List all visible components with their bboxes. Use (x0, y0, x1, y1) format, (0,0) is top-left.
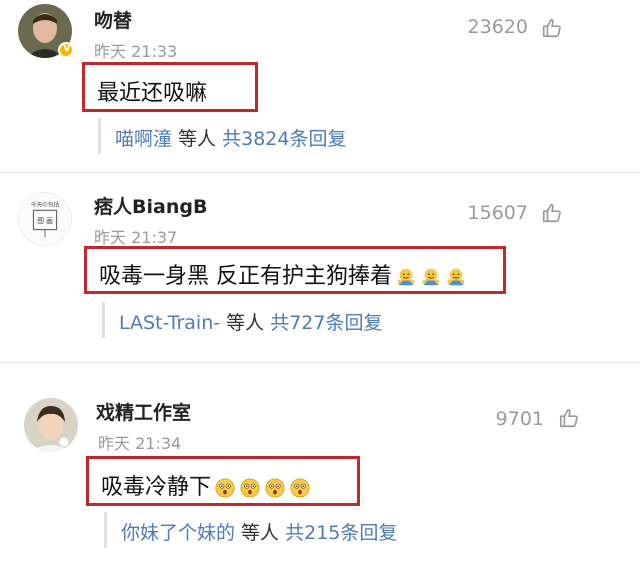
timestamp: 昨天 21:33 (94, 42, 178, 61)
thumbs-up-icon[interactable] (541, 17, 563, 39)
avatar[interactable]: 今天の包括 图 画 (18, 192, 72, 246)
comment-item: 今天の包括 图 画 痞人BiangB 昨天 21:37 15607 吸毒一身黑 … (0, 180, 640, 370)
comment-text: 最近还吸嘛 (97, 81, 208, 106)
reply-count-link[interactable]: 共3824条回复 (222, 128, 346, 150)
svg-text:图 画: 图 画 (37, 217, 53, 225)
shocked-emoji-icon (289, 477, 311, 499)
username[interactable]: 痞人BiangB (94, 192, 207, 219)
comment-item: 戏精工作室 昨天 21:34 9701 吸毒冷静下 你妹了个妹的 等人 共215… (0, 370, 640, 565)
divider (0, 172, 640, 173)
avatar[interactable] (24, 398, 78, 452)
username[interactable]: 吻替 (94, 6, 132, 33)
reply-author-link[interactable]: 喵啊潼 (115, 128, 172, 150)
reply-summary[interactable]: 你妹了个妹的 等人 共215条回复 (104, 512, 444, 548)
like-count: 15607 (467, 202, 528, 224)
thumbs-up-icon[interactable] (541, 202, 563, 224)
comment-text-box: 吸毒一身黑 反正有护主狗捧着 (84, 246, 506, 294)
reply-count-link[interactable]: 共215条回复 (285, 522, 397, 544)
reply-summary[interactable]: 喵啊潼 等人 共3824条回复 (98, 118, 398, 154)
hug-emoji-icon (445, 266, 467, 288)
shocked-emoji-icon (264, 477, 286, 499)
reply-label: 等人 (172, 128, 223, 150)
comment-item: V 吻替 昨天 21:33 23620 最近还吸嘛 喵啊潼 等人 共3824条回… (0, 0, 640, 175)
timestamp: 昨天 21:34 (98, 434, 182, 453)
hug-emoji-icon (395, 266, 417, 288)
reply-label: 等人 (235, 522, 286, 544)
reply-count-link[interactable]: 共727条回复 (270, 312, 382, 334)
shocked-emoji-icon (214, 477, 236, 499)
thumbs-up-icon[interactable] (558, 407, 580, 429)
comment-text: 吸毒冷静下 (101, 469, 311, 501)
divider (0, 362, 640, 363)
reply-label: 等人 (220, 312, 271, 334)
like-count: 9701 (495, 408, 544, 430)
username[interactable]: 戏精工作室 (96, 398, 191, 425)
shocked-emoji-icon (239, 477, 261, 499)
reply-summary[interactable]: LASt-Train- 等人 共727条回复 (102, 302, 422, 338)
reply-author-link[interactable]: 你妹了个妹的 (121, 522, 235, 544)
comment-text: 吸毒一身黑 反正有护主狗捧着 (99, 258, 467, 290)
reply-author-link[interactable]: LASt-Train- (119, 312, 220, 334)
timestamp: 昨天 21:37 (94, 228, 178, 247)
like-count: 23620 (467, 16, 528, 38)
comment-text-box: 吸毒冷静下 (86, 456, 360, 506)
comment-text-box: 最近还吸嘛 (82, 62, 258, 112)
svg-text:今天の包括: 今天の包括 (31, 200, 60, 208)
hug-emoji-icon (420, 266, 442, 288)
verified-badge-icon: V (58, 42, 74, 58)
